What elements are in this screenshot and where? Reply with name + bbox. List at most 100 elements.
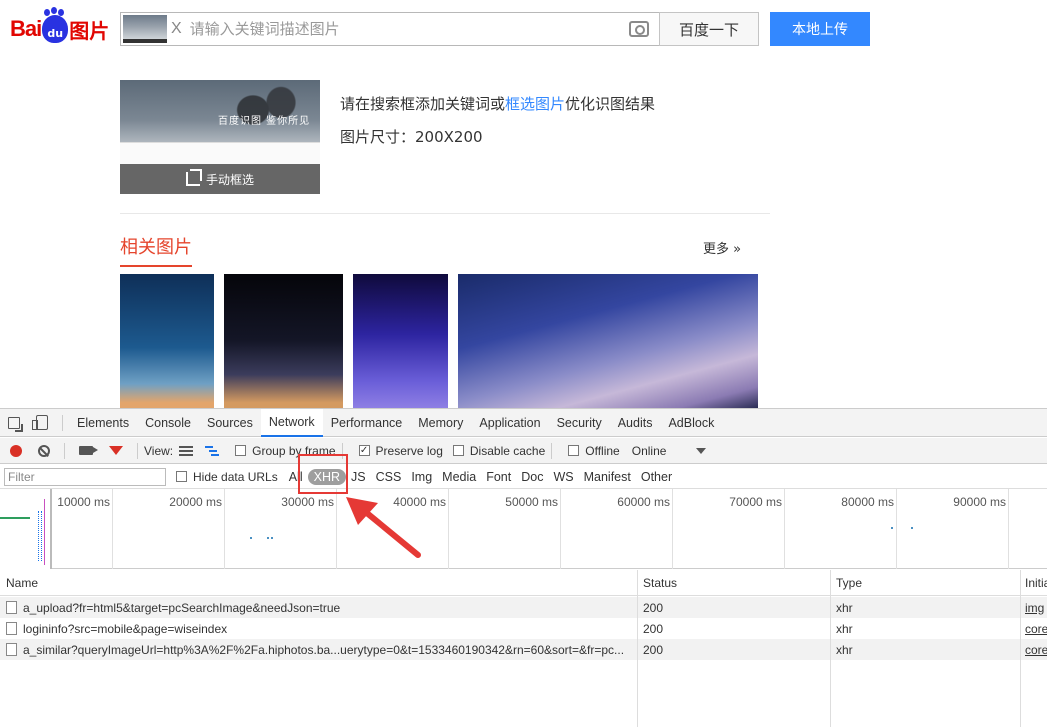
- throttling-select[interactable]: Online: [632, 444, 667, 458]
- request-initiator-link[interactable]: img: [1020, 597, 1047, 618]
- request-initiator-link[interactable]: core: [1020, 639, 1047, 660]
- filter-bar: Hide data URLs All XHR JS CSS Img Media …: [0, 465, 1047, 489]
- overview-tick-label: 90000 ms: [953, 495, 1006, 509]
- column-initiator[interactable]: Initia: [1020, 570, 1047, 595]
- large-rows-icon[interactable]: [179, 445, 194, 456]
- request-type: xhr: [830, 597, 1020, 618]
- request-initiator-link[interactable]: core: [1020, 618, 1047, 639]
- column-type[interactable]: Type: [830, 570, 1020, 595]
- related-image-4[interactable]: [458, 274, 758, 408]
- disable-cache-checkbox[interactable]: [452, 445, 464, 456]
- overview-tick-label: 70000 ms: [729, 495, 782, 509]
- preserve-log-checkbox[interactable]: ✓: [358, 445, 370, 456]
- related-images-title: 相关图片: [120, 233, 192, 267]
- toolbar-divider: [64, 442, 65, 459]
- related-image-1[interactable]: [120, 274, 214, 408]
- toolbar-divider: [551, 442, 553, 459]
- hide-data-urls-checkbox[interactable]: [176, 471, 187, 482]
- tab-sources[interactable]: Sources: [199, 409, 261, 437]
- filter-doc[interactable]: Doc: [516, 470, 548, 484]
- view-label: View:: [144, 443, 174, 458]
- clear-icon[interactable]: [38, 444, 50, 457]
- chevron-down-icon[interactable]: [696, 447, 707, 454]
- filter-font[interactable]: Font: [481, 470, 516, 484]
- overview-tick-label: 80000 ms: [841, 495, 894, 509]
- overview-gridline: [112, 489, 113, 569]
- inspect-element-button[interactable]: [0, 409, 28, 437]
- crop-image-link[interactable]: 框选图片: [505, 95, 565, 113]
- file-icon: [6, 622, 17, 635]
- search-button[interactable]: 百度一下: [659, 12, 759, 46]
- related-image-3[interactable]: [353, 274, 448, 408]
- column-divider: [830, 596, 831, 727]
- overview-gridline: [1008, 489, 1009, 569]
- filter-img[interactable]: Img: [406, 470, 437, 484]
- filter-css[interactable]: CSS: [371, 470, 407, 484]
- search-input[interactable]: [189, 20, 629, 38]
- overview-gridline: [672, 489, 673, 569]
- overview-tick-label: 50000 ms: [505, 495, 558, 509]
- logo-text-du: du: [47, 27, 64, 40]
- remove-thumbnail-button[interactable]: X: [171, 20, 182, 38]
- overview-blue-markers: [38, 511, 42, 561]
- column-divider: [1020, 596, 1021, 727]
- more-related-link[interactable]: 更多 »: [703, 238, 741, 257]
- toolbar-divider: [137, 442, 138, 459]
- record-icon[interactable]: [10, 444, 22, 457]
- annotation-arrow-icon: [346, 497, 421, 558]
- crop-icon: [185, 169, 202, 186]
- devtools-panel: Elements Console Sources Network Perform…: [0, 408, 1047, 727]
- tab-elements[interactable]: Elements: [69, 409, 137, 437]
- offline-label: Offline: [585, 443, 620, 458]
- network-toolbar: View: Group by frame ✓ Preserve log Disa…: [0, 438, 1047, 464]
- tab-network[interactable]: Network: [260, 408, 323, 437]
- hide-data-urls-label: Hide data URLs: [193, 469, 278, 484]
- column-status[interactable]: Status: [637, 570, 830, 595]
- request-table-header: Name Status Type Initia: [0, 570, 1047, 596]
- local-upload-button[interactable]: 本地上传: [770, 12, 870, 46]
- search-box: X: [120, 12, 660, 46]
- logo-text-bai: Bai: [10, 16, 42, 41]
- overview-gridline: [224, 489, 225, 569]
- filter-input[interactable]: [4, 467, 166, 486]
- request-status: 200: [637, 639, 830, 660]
- filter-manifest[interactable]: Manifest: [579, 470, 636, 484]
- offline-checkbox[interactable]: [568, 445, 580, 456]
- request-type: xhr: [830, 618, 1020, 639]
- baidu-logo[interactable]: Bai du 图片: [10, 9, 109, 46]
- device-toolbar-button[interactable]: [28, 409, 56, 437]
- related-image-2[interactable]: [224, 274, 343, 408]
- capture-screenshots-icon[interactable]: [79, 446, 98, 455]
- group-by-frame-checkbox[interactable]: [235, 445, 247, 456]
- query-image-page-strip: [120, 142, 320, 164]
- filter-funnel-icon[interactable]: [109, 446, 123, 455]
- tab-performance[interactable]: Performance: [323, 409, 411, 437]
- filter-ws[interactable]: WS: [548, 470, 578, 484]
- filter-other[interactable]: Other: [636, 470, 677, 484]
- camera-icon[interactable]: [629, 21, 649, 37]
- tab-security[interactable]: Security: [549, 409, 610, 437]
- request-name-cell: a_similar?queryImageUrl=http%3A%2F%2Fa.h…: [0, 643, 637, 657]
- tab-memory[interactable]: Memory: [410, 409, 471, 437]
- request-status: 200: [637, 597, 830, 618]
- column-name[interactable]: Name: [0, 576, 637, 590]
- request-name: a_similar?queryImageUrl=http%3A%2F%2Fa.h…: [23, 642, 625, 657]
- device-icon: [32, 415, 48, 430]
- table-row[interactable]: logininfo?src=mobile&page=wiseindex 200 …: [0, 618, 1047, 639]
- tab-adblock[interactable]: AdBlock: [660, 409, 722, 437]
- devtools-tab-bar: Elements Console Sources Network Perform…: [0, 408, 1047, 437]
- tab-application[interactable]: Application: [471, 409, 548, 437]
- manual-crop-button[interactable]: 手动框选: [120, 164, 320, 194]
- tab-audits[interactable]: Audits: [610, 409, 661, 437]
- filter-media[interactable]: Media: [437, 470, 481, 484]
- overview-icon[interactable]: [205, 445, 220, 456]
- overview-gridline: [560, 489, 561, 569]
- manual-crop-label: 手动框选: [205, 172, 254, 187]
- network-overview[interactable]: 10000 ms 20000 ms 30000 ms 40000 ms 5000…: [0, 489, 1047, 569]
- overview-request-dot: [250, 537, 252, 539]
- table-row[interactable]: a_similar?queryImageUrl=http%3A%2F%2Fa.h…: [0, 639, 1047, 660]
- tab-console[interactable]: Console: [137, 409, 199, 437]
- table-row[interactable]: a_upload?fr=html5&target=pcSearchImage&n…: [0, 597, 1047, 618]
- overview-gridline: [784, 489, 785, 569]
- filter-js[interactable]: JS: [346, 470, 371, 484]
